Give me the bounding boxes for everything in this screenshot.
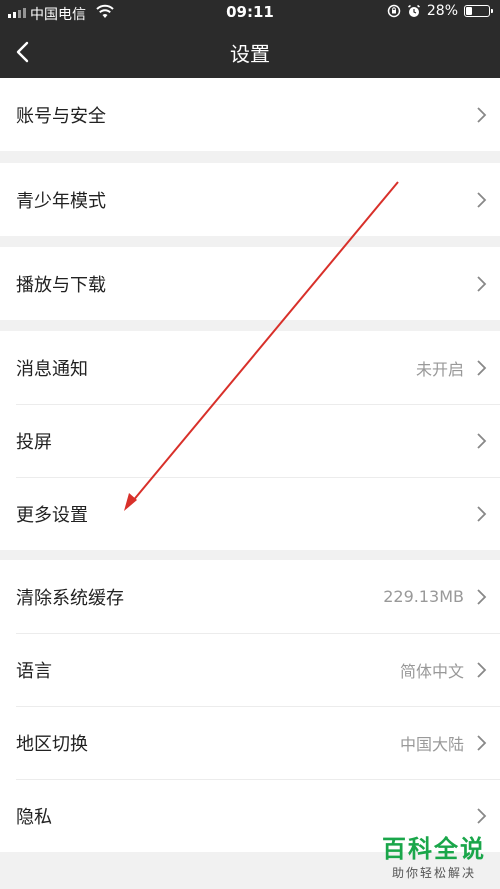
settings-row[interactable]: 播放与下载	[0, 247, 500, 320]
settings-row-label: 隐私	[16, 806, 52, 828]
battery-fill	[466, 7, 472, 15]
settings-row-label: 投屏	[16, 431, 52, 453]
settings-row-label: 播放与下载	[16, 274, 106, 296]
settings-row-label: 语言	[16, 660, 52, 682]
settings-row-label: 清除系统缓存	[16, 587, 124, 609]
chevron-right-icon	[477, 505, 487, 522]
chevron-right-icon	[477, 588, 487, 605]
watermark: 百科全说 助你轻松解决	[382, 829, 486, 881]
chevron-right-icon	[477, 661, 487, 678]
navigation-bar: 设置	[0, 26, 500, 78]
watermark-logo: 百科全说	[382, 835, 486, 863]
settings-row-value: 中国大陆	[399, 734, 464, 754]
watermark-subtitle: 助你轻松解决	[391, 866, 476, 880]
settings-group: 消息通知 未开启投屏更多设置	[0, 331, 500, 550]
settings-row[interactable]: 账号与安全	[0, 78, 500, 151]
chevron-right-icon	[477, 275, 487, 292]
settings-row-label: 青少年模式	[16, 190, 106, 212]
settings-row[interactable]: 语言 简体中文	[0, 633, 500, 706]
settings-group: 青少年模式	[0, 163, 500, 236]
settings-row-value: 简体中文	[399, 661, 464, 681]
battery-percent: 28%	[426, 3, 458, 19]
settings-row-label: 地区切换	[16, 733, 88, 755]
alarm-icon	[407, 4, 420, 17]
settings-row-label: 消息通知	[16, 358, 88, 380]
status-bar: 中国电信 09:11 28%	[0, 0, 500, 26]
battery-icon	[464, 5, 493, 17]
chevron-right-icon	[477, 807, 487, 824]
settings-row[interactable]: 清除系统缓存 229.13MB	[0, 560, 500, 633]
settings-row[interactable]: 青少年模式	[0, 163, 500, 236]
settings-row[interactable]: 消息通知 未开启	[0, 331, 500, 404]
chevron-right-icon	[477, 734, 487, 751]
orientation-lock-icon	[387, 4, 401, 18]
page-title: 设置	[230, 42, 270, 66]
settings-row[interactable]: 地区切换 中国大陆	[0, 706, 500, 779]
settings-row[interactable]: 更多设置	[0, 477, 500, 550]
chevron-right-icon	[477, 359, 487, 376]
settings-row-label: 账号与安全	[16, 105, 106, 127]
settings-group: 清除系统缓存 229.13MB 语言 简体中文地区切换 中国大陆隐私	[0, 560, 500, 852]
chevron-right-icon	[477, 432, 487, 449]
chevron-right-icon	[477, 191, 487, 208]
settings-group: 播放与下载	[0, 247, 500, 320]
settings-group: 账号与安全	[0, 78, 500, 151]
settings-row-label: 更多设置	[16, 504, 88, 526]
settings-row-value: 未开启	[415, 359, 464, 379]
settings-row-value: 229.13MB	[383, 587, 464, 606]
settings-row[interactable]: 投屏	[0, 404, 500, 477]
chevron-right-icon	[477, 106, 487, 123]
